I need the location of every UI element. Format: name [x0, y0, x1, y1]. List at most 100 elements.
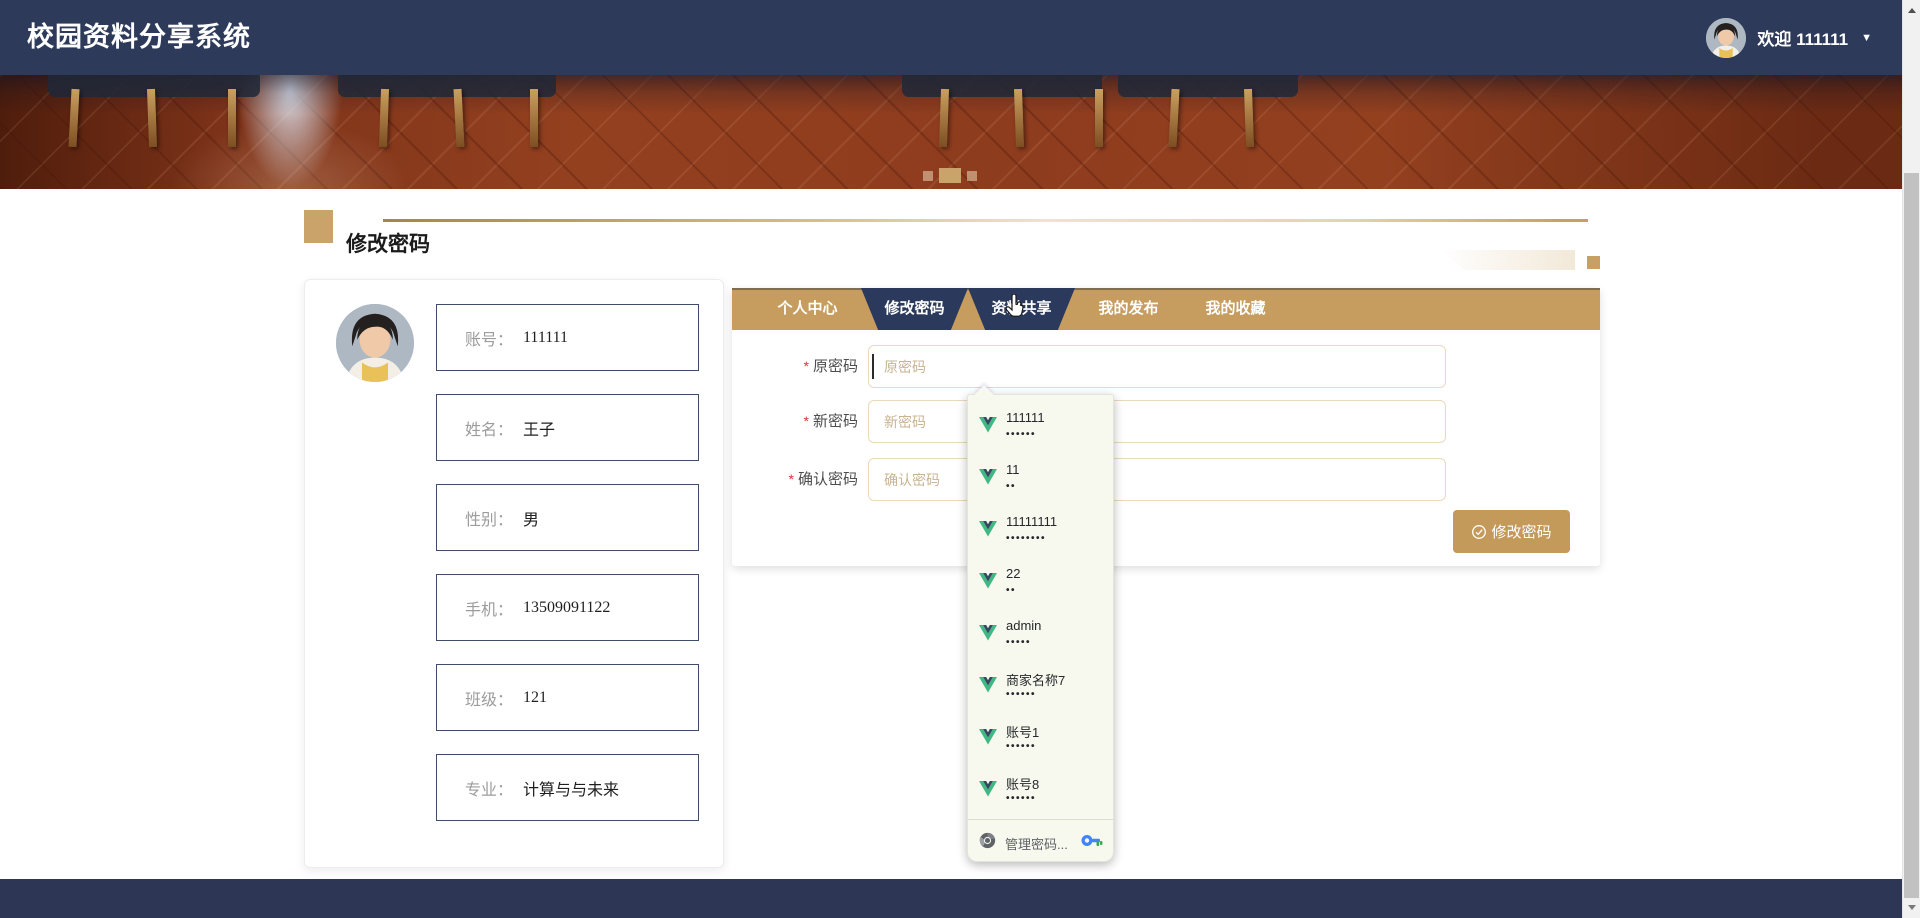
vue-favicon [979, 729, 997, 745]
vue-favicon [979, 781, 997, 797]
banner-chair [1118, 75, 1298, 97]
autofill-password-dots: •• [1006, 585, 1017, 596]
page-title: 修改密码 [346, 233, 430, 256]
carousel-dot-active[interactable] [939, 168, 961, 183]
autofill-username: 账号8 [1006, 777, 1040, 792]
autofill-entry[interactable]: 11 •• [968, 455, 1113, 507]
password-input[interactable] [868, 400, 1446, 443]
page-footer [0, 879, 1920, 918]
profile-field-label: 手机： [465, 601, 514, 619]
banner-chair-leg [68, 88, 80, 148]
profile-card: 账号： 111111 姓名： 王子 性别： 男 手机： 13509091122 … [304, 279, 724, 868]
autofill-entries: 111111 •••••• 11 •• 11111111 •••••••• 22… [968, 403, 1113, 819]
banner-chair-leg [1243, 88, 1255, 148]
banner-chair-leg [530, 89, 538, 147]
autofill-password-dots: •••••• [1006, 429, 1037, 440]
profile-field-label: 账号： [465, 331, 514, 349]
tab-item[interactable]: 我的发布 [1075, 288, 1182, 330]
banner-chair-leg [1095, 89, 1103, 147]
mouse-hand-cursor [1005, 294, 1024, 317]
form-label-text: 原密码 [812, 358, 858, 375]
autofill-username: 111111 [1006, 410, 1045, 425]
profile-field-value: 计算与与未来 [523, 781, 620, 799]
tab-item[interactable]: 个人中心 [754, 288, 861, 330]
circle-check-icon [1472, 524, 1487, 539]
avatar-image [1706, 17, 1747, 58]
vue-favicon [979, 469, 997, 485]
profile-field-value: 男 [523, 511, 540, 529]
autofill-entry[interactable]: 111111 •••••• [968, 403, 1113, 455]
profile-field-label: 班级： [465, 691, 514, 709]
banner-chair-leg [146, 88, 158, 148]
avatar-image [336, 304, 414, 382]
banner-chair [338, 75, 556, 97]
vertical-scrollbar[interactable] [1902, 0, 1920, 918]
banner-chair-leg [1013, 88, 1025, 148]
password-input[interactable] [868, 345, 1446, 388]
vue-favicon [979, 677, 997, 693]
profile-field: 姓名： 王子 [436, 394, 699, 461]
autofill-entry[interactable]: 账号8 •••••• [968, 767, 1113, 819]
change-password-button-label: 修改密码 [1491, 524, 1552, 541]
tab-item[interactable]: 我的收藏 [1182, 288, 1289, 330]
autofill-username: 11111111 [1006, 514, 1058, 529]
form-row: * 确认密码 [732, 458, 1600, 501]
scroll-down-button[interactable] [1903, 899, 1920, 916]
autofill-entry[interactable]: admin ••••• [968, 611, 1113, 663]
autofill-entry[interactable]: 商家名称7 •••••• [968, 663, 1113, 715]
tab-item[interactable]: 修改密码 [861, 288, 968, 330]
profile-field: 班级： 121 [436, 664, 699, 731]
vue-favicon [979, 521, 997, 537]
banner-chair-leg [453, 88, 465, 148]
chevron-down-icon[interactable]: ▼ [1861, 32, 1872, 44]
profile-field-value: 111111 [523, 328, 569, 346]
autofill-password-dots: •••••••• [1006, 533, 1047, 544]
page: 校园资料分享系统 欢迎 111111 ▼ 修改密码 账号： 111111 姓名：… [0, 0, 1920, 918]
profile-field-label: 专业： [465, 781, 514, 799]
form-label: * 原密码 [732, 345, 858, 388]
profile-avatar [336, 304, 414, 382]
vue-favicon [979, 625, 997, 641]
banner-chair-leg [228, 89, 236, 147]
autofill-entry[interactable]: 账号1 •••••• [968, 715, 1113, 767]
scroll-up-button[interactable] [1903, 2, 1920, 19]
section-right-square [1587, 256, 1600, 269]
top-navbar: 校园资料分享系统 欢迎 111111 ▼ [0, 0, 1920, 75]
autofill-username: 11 [1006, 462, 1020, 477]
password-input[interactable] [868, 458, 1446, 501]
manage-passwords-row[interactable]: 管理密码... [968, 820, 1113, 862]
profile-field: 账号： 111111 [436, 304, 699, 371]
tab-bar: 个人中心 修改密码 资料共享 我的发布 我的收藏 [732, 288, 1600, 330]
carousel-dot[interactable] [923, 170, 933, 181]
banner-chair [902, 75, 1102, 97]
form-row: * 原密码 [732, 345, 1600, 388]
banner-chair-leg [938, 88, 950, 148]
change-password-button[interactable]: 修改密码 [1453, 510, 1570, 553]
autofill-username: 22 [1006, 566, 1021, 581]
tab-label: 修改密码 [884, 300, 945, 317]
carousel-dot[interactable] [967, 170, 977, 181]
profile-field-label: 性别： [465, 511, 514, 529]
form-label: * 新密码 [732, 400, 858, 443]
autofill-password-dots: •• [1006, 481, 1017, 492]
autofill-password-dots: •••••• [1006, 689, 1037, 700]
profile-field: 手机： 13509091122 [436, 574, 699, 641]
vue-favicon [979, 417, 997, 433]
profile-field: 专业： 计算与与未来 [436, 754, 699, 821]
user-menu[interactable]: 欢迎 111111 ▼ [1706, 0, 1872, 75]
autofill-username: 账号1 [1006, 725, 1040, 740]
autofill-password-dots: ••••• [1006, 637, 1032, 648]
autofill-entry[interactable]: 22 •• [968, 559, 1113, 611]
user-avatar[interactable] [1706, 17, 1747, 58]
manage-passwords-label: 管理密码... [1005, 837, 1068, 852]
section-title-square [304, 210, 333, 243]
required-asterisk: * [803, 358, 809, 374]
welcome-text: 欢迎 111111 [1757, 30, 1849, 49]
autofill-entry[interactable]: 11111111 •••••••• [968, 507, 1113, 559]
banner-chair-leg [378, 88, 390, 148]
required-asterisk: * [803, 413, 809, 429]
section-right-accent [1440, 250, 1575, 270]
profile-field-label: 姓名： [465, 421, 514, 439]
password-key-icon [1081, 835, 1103, 846]
scrollbar-thumb[interactable] [1904, 173, 1919, 898]
